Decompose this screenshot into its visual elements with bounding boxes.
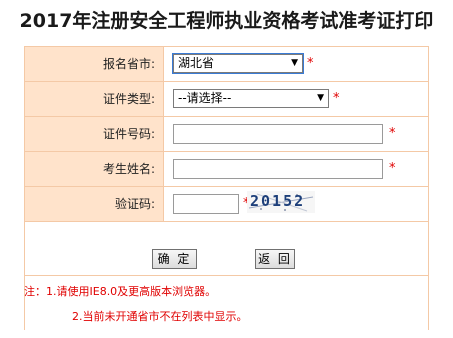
name-row: 考生姓名: * bbox=[25, 151, 428, 186]
captcha-row: 验证码: * 20152 bbox=[25, 186, 428, 221]
province-label: 报名省市: bbox=[25, 47, 164, 81]
ticket-form: 报名省市: 湖北省 ▼ * 证件类型: --请选择-- ▼ * 证件号码: * … bbox=[24, 46, 429, 330]
captcha-image[interactable]: 20152 bbox=[247, 191, 315, 213]
id-type-label: 证件类型: bbox=[25, 82, 164, 116]
chevron-down-icon: ▼ bbox=[291, 58, 298, 68]
captcha-text: 20152 bbox=[250, 192, 306, 210]
id-number-input[interactable] bbox=[173, 124, 383, 144]
back-button[interactable]: 返 回 bbox=[255, 249, 295, 269]
province-row: 报名省市: 湖北省 ▼ * bbox=[25, 46, 428, 81]
province-select-value: 湖北省 bbox=[178, 56, 215, 70]
captcha-label: 验证码: bbox=[25, 187, 164, 221]
required-mark: * bbox=[389, 161, 396, 176]
captcha-input[interactable] bbox=[173, 194, 239, 214]
id-type-select[interactable]: --请选择-- ▼ bbox=[173, 89, 329, 108]
note-line-1: 注：1.请使用IE8.0及更高版本浏览器。 bbox=[24, 285, 217, 298]
note-line-2: 2.当前未开通省市不在列表中显示。 bbox=[72, 310, 248, 323]
required-mark: * bbox=[307, 56, 314, 71]
chevron-down-icon: ▼ bbox=[317, 93, 324, 103]
page-title: 2017年注册安全工程师执业资格考试准考证打印 bbox=[19, 10, 434, 32]
province-select[interactable]: 湖北省 ▼ bbox=[172, 53, 304, 74]
button-row: 确 定 返 回 bbox=[25, 221, 428, 275]
required-mark: * bbox=[389, 126, 396, 141]
confirm-button[interactable]: 确 定 bbox=[152, 249, 197, 269]
name-label: 考生姓名: bbox=[25, 152, 164, 186]
id-type-select-value: --请选择-- bbox=[178, 91, 232, 105]
notes-section: 注：1.请使用IE8.0及更高版本浏览器。 2.当前未开通省市不在列表中显示。 bbox=[24, 275, 428, 330]
id-number-row: 证件号码: * bbox=[25, 116, 428, 151]
name-input[interactable] bbox=[173, 159, 383, 179]
required-mark: * bbox=[333, 91, 340, 106]
id-number-label: 证件号码: bbox=[25, 117, 164, 151]
id-type-row: 证件类型: --请选择-- ▼ * bbox=[25, 81, 428, 116]
